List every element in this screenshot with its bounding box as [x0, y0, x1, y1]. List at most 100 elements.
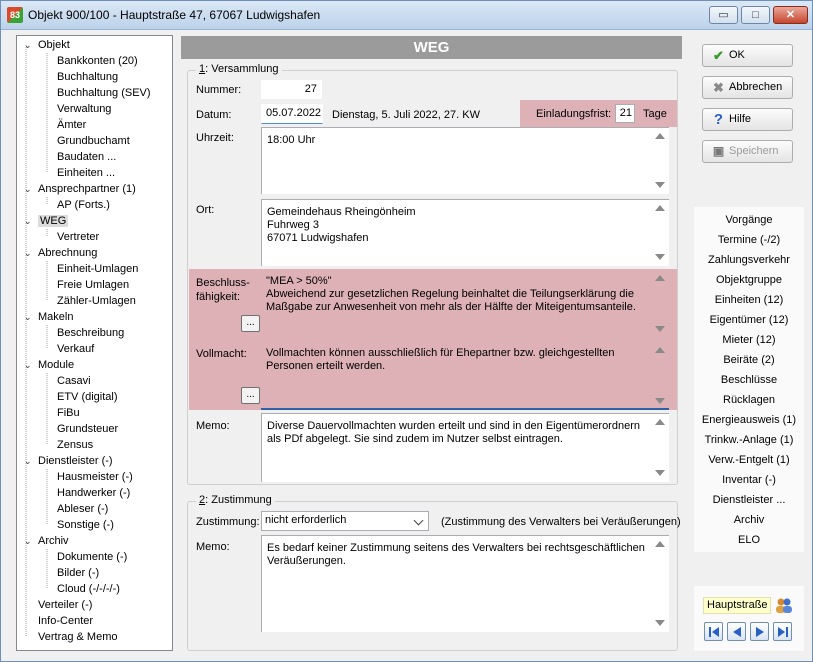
- scroll-down-icon[interactable]: [655, 326, 665, 332]
- tree-item[interactable]: FiBu: [57, 406, 80, 421]
- chevron-down-icon[interactable]: ⌄: [24, 358, 34, 373]
- help-button[interactable]: ? Hilfe: [702, 108, 793, 131]
- cancel-button[interactable]: ✖ Abbrechen: [702, 76, 793, 99]
- side-link[interactable]: Zahlungsverkehr: [694, 252, 804, 268]
- beschluss-scrollbar[interactable]: [651, 269, 669, 338]
- tree-item[interactable]: Cloud (-/-/-/-): [57, 582, 120, 597]
- side-link[interactable]: Energieausweis (1): [694, 412, 804, 428]
- tree-item[interactable]: Verwaltung: [57, 102, 111, 117]
- close-button[interactable]: ✕: [773, 6, 808, 24]
- tree-item[interactable]: Einheiten ...: [57, 166, 115, 181]
- chevron-down-icon[interactable]: ⌄: [24, 310, 34, 325]
- tree-item[interactable]: Sonstige (-): [57, 518, 114, 533]
- previous-record-button[interactable]: [727, 622, 746, 641]
- tree-item[interactable]: ⌄ Abrechnung: [24, 246, 97, 261]
- side-link[interactable]: Mieter (12): [694, 332, 804, 348]
- tree-item[interactable]: Hausmeister (-): [57, 470, 133, 485]
- tree-item[interactable]: ⌄ Objekt: [24, 38, 70, 53]
- navigation-tree[interactable]: ⌄ Objekt Bankkonten (20) Buchhaltung Buchhal…: [16, 35, 173, 651]
- chevron-down-icon[interactable]: ⌄: [24, 246, 34, 261]
- tree-item[interactable]: Zensus: [57, 438, 93, 453]
- people-icon[interactable]: [774, 596, 794, 615]
- vollmacht-ellipsis-button[interactable]: ...: [241, 387, 260, 404]
- first-record-button[interactable]: [704, 622, 723, 641]
- address-field[interactable]: Hauptstraße 4: [703, 597, 771, 614]
- minimize-button[interactable]: ▭: [709, 6, 738, 24]
- tree-item[interactable]: Freie Umlagen: [57, 278, 129, 293]
- side-link[interactable]: ELO: [694, 532, 804, 548]
- side-link[interactable]: Beschlüsse: [694, 372, 804, 388]
- scroll-down-icon[interactable]: [655, 620, 665, 626]
- scroll-up-icon[interactable]: [655, 205, 665, 211]
- tree-item[interactable]: ETV (digital): [57, 390, 118, 405]
- scroll-up-icon[interactable]: [655, 541, 665, 547]
- save-button[interactable]: ▣ Speichern: [702, 140, 793, 163]
- uhrzeit-field[interactable]: 18:00 Uhr: [261, 127, 669, 194]
- side-link[interactable]: Inventar (-): [694, 472, 804, 488]
- side-link[interactable]: Rücklagen: [694, 392, 804, 408]
- tree-item[interactable]: Handwerker (-): [57, 486, 130, 501]
- chevron-down-icon[interactable]: ⌄: [24, 214, 34, 229]
- chevron-down-icon[interactable]: ⌄: [24, 454, 34, 469]
- maximize-button[interactable]: □: [741, 6, 770, 24]
- ort-scrollbar[interactable]: [651, 199, 669, 266]
- tree-item[interactable]: Einheit-Umlagen: [57, 262, 138, 277]
- tree-item[interactable]: Vertreter: [57, 230, 99, 245]
- tree-item[interactable]: AP (Forts.): [57, 198, 110, 213]
- tree-item[interactable]: ⌄ WEG: [24, 214, 69, 229]
- next-record-button[interactable]: [750, 622, 769, 641]
- zustimmung-memo-field[interactable]: Es bedarf keiner Zustimmung seitens des …: [261, 535, 669, 632]
- last-record-button[interactable]: [773, 622, 792, 641]
- beschluss-ellipsis-button[interactable]: ...: [241, 315, 260, 332]
- ort-field[interactable]: Gemeindehaus Rheingönheim Fuhrweg 3 6707…: [261, 199, 669, 266]
- tree-item[interactable]: Bankkonten (20): [57, 54, 138, 69]
- zustimmung-memo-scrollbar[interactable]: [651, 535, 669, 632]
- beschluss-field[interactable]: "MEA > 50%" Abweichend zur gesetzlichen …: [261, 269, 669, 338]
- side-link[interactable]: Termine (-/2): [694, 232, 804, 248]
- tree-item[interactable]: Grundsteuer: [57, 422, 118, 437]
- scroll-up-icon[interactable]: [655, 347, 665, 353]
- scroll-up-icon[interactable]: [655, 133, 665, 139]
- chevron-down-icon[interactable]: ⌄: [24, 38, 34, 53]
- scroll-down-icon[interactable]: [655, 470, 665, 476]
- tree-item[interactable]: Info-Center: [38, 614, 93, 629]
- tree-item[interactable]: Casavi: [57, 374, 91, 389]
- side-link[interactable]: Einheiten (12): [694, 292, 804, 308]
- side-link[interactable]: Objektgruppe: [694, 272, 804, 288]
- side-link[interactable]: Eigentümer (12): [694, 312, 804, 328]
- tree-item[interactable]: Dokumente (-): [57, 550, 127, 565]
- scroll-up-icon[interactable]: [655, 275, 665, 281]
- datum-field[interactable]: 05.07.2022: [261, 104, 323, 124]
- tree-item[interactable]: Buchhaltung: [57, 70, 118, 85]
- vollmacht-scrollbar[interactable]: [651, 341, 669, 410]
- side-link[interactable]: Beiräte (2): [694, 352, 804, 368]
- memo-field[interactable]: Diverse Dauervollmachten wurden erteilt …: [261, 413, 669, 482]
- tree-item[interactable]: ⌄ Archiv: [24, 534, 69, 549]
- chevron-down-icon[interactable]: ⌄: [24, 182, 34, 197]
- uhrzeit-scrollbar[interactable]: [651, 127, 669, 194]
- memo-scrollbar[interactable]: [651, 413, 669, 482]
- vollmacht-field[interactable]: Vollmachten können ausschließlich für Eh…: [261, 341, 669, 410]
- side-link[interactable]: Vorgänge: [694, 212, 804, 228]
- tree-item[interactable]: Grundbuchamt: [57, 134, 130, 149]
- scroll-down-icon[interactable]: [655, 254, 665, 260]
- tree-item[interactable]: Bilder (-): [57, 566, 99, 581]
- side-link[interactable]: Trinkw.-Anlage (1): [694, 432, 804, 448]
- tree-item[interactable]: Baudaten ...: [57, 150, 116, 165]
- tree-item[interactable]: ⌄ Dienstleister (-): [24, 454, 113, 469]
- nummer-field[interactable]: 27: [261, 80, 322, 99]
- zustimmung-select[interactable]: nicht erforderlich: [261, 511, 429, 531]
- tree-item[interactable]: Ämter: [57, 118, 86, 133]
- scroll-down-icon[interactable]: [655, 398, 665, 404]
- side-link[interactable]: Dienstleister ...: [694, 492, 804, 508]
- scroll-down-icon[interactable]: [655, 182, 665, 188]
- tree-item[interactable]: ⌄ Makeln: [24, 310, 73, 325]
- title-bar[interactable]: 83 Objekt 900/100 - Hauptstraße 47, 6706…: [1, 1, 812, 30]
- side-link[interactable]: Verw.-Entgelt (1): [694, 452, 804, 468]
- tree-item[interactable]: ⌄ Ansprechpartner (1): [24, 182, 136, 197]
- chevron-down-icon[interactable]: ⌄: [24, 534, 34, 549]
- side-link[interactable]: Archiv: [694, 512, 804, 528]
- tree-item[interactable]: Verteiler (-): [38, 598, 92, 613]
- tree-item[interactable]: Zähler-Umlagen: [57, 294, 136, 309]
- tree-item[interactable]: Beschreibung: [57, 326, 124, 341]
